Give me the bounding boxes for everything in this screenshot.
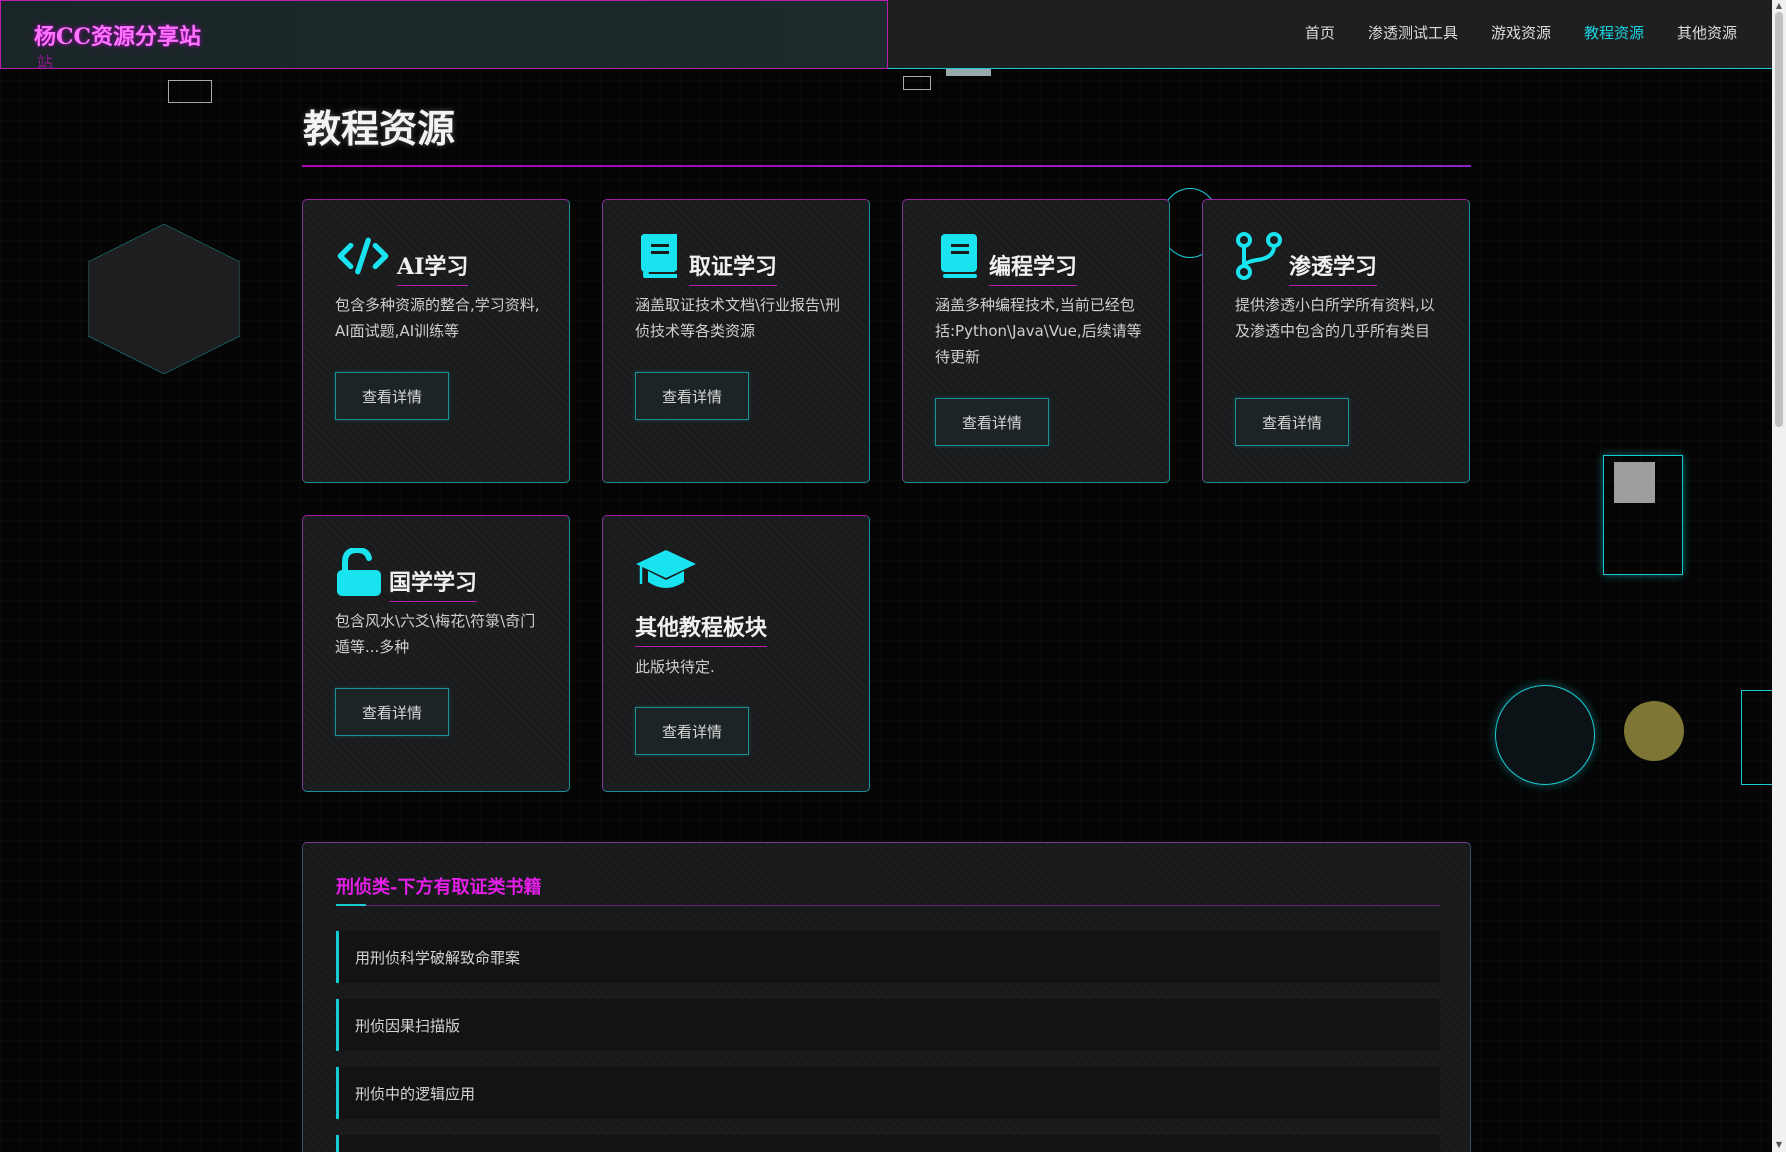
- scrollbar-thumb[interactable]: [1775, 12, 1783, 427]
- floating-dot: [1624, 701, 1684, 761]
- panel-divider: [336, 905, 1440, 906]
- top-navbar: 杨CC资源分享站 站 首页 渗透测试工具 游戏资源 教程资源 其他资源: [0, 0, 1772, 72]
- unlock-icon: [337, 548, 381, 596]
- nav-pentest-tools[interactable]: 渗透测试工具: [1368, 22, 1458, 43]
- card-ai-learning: AI学习 包含多种资源的整合,学习资料, AI面试题,AI训练等 查看详情: [302, 199, 570, 483]
- scroll-down-arrow-icon[interactable]: ▼: [1775, 1141, 1783, 1149]
- floating-circle: [1495, 685, 1595, 785]
- card-description: 包含风水\六爻\梅花\符箓\奇门遁等...多种: [335, 612, 536, 656]
- main-nav: 首页 渗透测试工具 游戏资源 教程资源 其他资源: [1305, 22, 1737, 43]
- view-details-button[interactable]: 查看详情: [635, 372, 749, 420]
- book-list-item[interactable]: 用刑侦科学破解致命罪案: [336, 931, 1440, 983]
- card-forensics-learning: 取证学习 涵盖取证技术文档\行业报告\刑侦技术等各类资源 查看详情: [602, 199, 870, 483]
- nav-tutorial-resources[interactable]: 教程资源: [1584, 22, 1644, 43]
- view-details-button[interactable]: 查看详情: [635, 707, 749, 755]
- scroll-up-arrow-icon[interactable]: ▲: [1775, 2, 1783, 10]
- graduation-cap-icon: [636, 550, 696, 588]
- card-title: 渗透学习: [1289, 249, 1378, 286]
- book-list-item[interactable]: [336, 1135, 1440, 1152]
- site-logo[interactable]: 杨CC资源分享站: [34, 19, 201, 51]
- card-description: 包含多种资源的整合,学习资料, AI面试题,AI训练等: [335, 296, 540, 340]
- card-pentest-learning: 渗透学习 提供渗透小白所学所有资料,以及渗透中包含的几乎所有类目 查看详情: [1202, 199, 1470, 483]
- card-title: 其他教程板块: [635, 610, 768, 647]
- code-icon: [337, 237, 389, 275]
- nav-home[interactable]: 首页: [1305, 22, 1335, 43]
- card-sinology-learning: 国学学习 包含风水\六爻\梅花\符箓\奇门遁等...多种 查看详情: [302, 515, 570, 792]
- view-details-button[interactable]: 查看详情: [335, 688, 449, 736]
- panel-divider-accent: [336, 904, 366, 906]
- floating-rectangle: [903, 76, 931, 90]
- floating-rectangle: [168, 80, 212, 103]
- view-details-button[interactable]: 查看详情: [935, 398, 1049, 446]
- floating-square: [1614, 462, 1655, 503]
- card-description: 涵盖取证技术文档\行业报告\刑侦技术等各类资源: [635, 296, 841, 340]
- brand-area: 杨CC资源分享站 站: [0, 0, 888, 72]
- floating-edge-frame: [1741, 690, 1772, 785]
- hexagon-decoration: [88, 224, 240, 374]
- book-list-item[interactable]: 刑侦因果扫描版: [336, 999, 1440, 1051]
- card-title: AI学习: [397, 249, 469, 286]
- page-title: 教程资源: [303, 106, 456, 151]
- card-programming-learning: 编程学习 涵盖多种编程技术,当前已经包括:Python\Java\Vue,后续请…: [902, 199, 1170, 483]
- code-branch-icon: [1236, 232, 1282, 280]
- book-list-item[interactable]: 刑侦中的逻辑应用: [336, 1067, 1440, 1119]
- card-title: 国学学习: [389, 565, 478, 602]
- view-details-button[interactable]: 查看详情: [1235, 398, 1349, 446]
- view-details-button[interactable]: 查看详情: [335, 372, 449, 420]
- nav-game-resources[interactable]: 游戏资源: [1491, 22, 1551, 43]
- card-other-tutorials: 其他教程板块 此版块待定. 查看详情: [602, 515, 870, 792]
- panel-title: 刑侦类-下方有取证类书籍: [336, 877, 542, 898]
- criminal-investigation-panel: 刑侦类-下方有取证类书籍 用刑侦科学破解致命罪案 刑侦因果扫描版 刑侦中的逻辑应…: [302, 842, 1471, 1152]
- card-description: 此版块待定.: [635, 658, 715, 676]
- title-divider: [302, 165, 1471, 167]
- card-description: 提供渗透小白所学所有资料,以及渗透中包含的几乎所有类目: [1235, 296, 1435, 340]
- floating-bar: [946, 69, 991, 76]
- card-description: 涵盖多种编程技术,当前已经包括:Python\Java\Vue,后续请等待更新: [935, 296, 1142, 366]
- site-logo-echo: 站: [37, 53, 54, 72]
- book-icon: [941, 234, 977, 278]
- card-title: 编程学习: [989, 249, 1078, 286]
- nav-other-resources[interactable]: 其他资源: [1677, 22, 1737, 43]
- card-title: 取证学习: [689, 249, 778, 286]
- book-icon: [641, 234, 677, 278]
